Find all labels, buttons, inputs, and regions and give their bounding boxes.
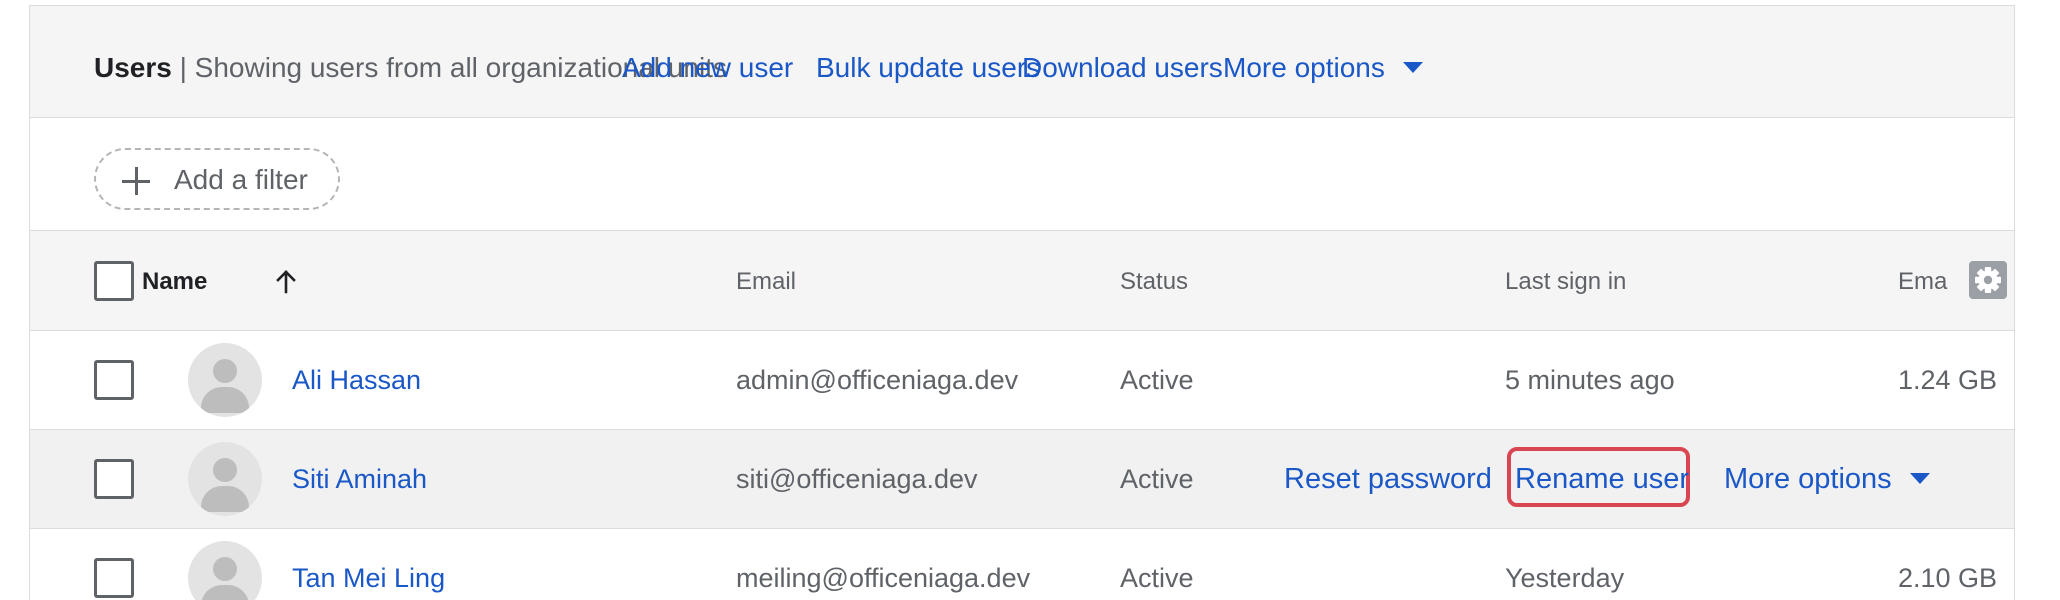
user-email: admin@officeniaga.dev bbox=[736, 365, 1019, 395]
column-settings-button[interactable] bbox=[1969, 261, 2007, 299]
column-header-email-usage[interactable]: Ema bbox=[1898, 267, 1948, 297]
user-status: Active bbox=[1120, 365, 1194, 395]
row-checkbox[interactable] bbox=[94, 558, 134, 598]
row-more-options-label: More options bbox=[1724, 463, 1892, 495]
add-new-user-link[interactable]: Add new user bbox=[622, 50, 793, 86]
avatar bbox=[188, 541, 262, 600]
add-filter-button[interactable]: Add a filter bbox=[94, 148, 340, 210]
reset-password-button[interactable]: Reset password bbox=[1284, 461, 1492, 497]
caret-down-icon bbox=[1402, 62, 1423, 74]
sort-ascending-arrow-icon[interactable] bbox=[272, 267, 300, 295]
caret-down-icon bbox=[1909, 472, 1930, 484]
user-storage: 1.24 GB bbox=[1898, 365, 1998, 395]
header-more-options-label: More options bbox=[1223, 52, 1385, 83]
user-last-sign-in: Yesterday bbox=[1505, 563, 1625, 593]
download-users-link[interactable]: Download users bbox=[1022, 50, 1223, 86]
user-status: Active bbox=[1120, 563, 1194, 593]
user-status: Active bbox=[1120, 464, 1194, 494]
header-more-options-button[interactable]: More options bbox=[1223, 50, 1423, 86]
select-all-checkbox[interactable] bbox=[94, 261, 134, 301]
column-header-name[interactable]: Name bbox=[142, 267, 207, 297]
table-row[interactable]: Siti Aminah siti@officeniaga.dev Active … bbox=[30, 430, 2014, 529]
users-panel: Users | Showing users from all organizat… bbox=[29, 5, 2015, 600]
avatar bbox=[188, 343, 262, 417]
page-title-users: Users bbox=[94, 52, 172, 83]
column-header-email[interactable]: Email bbox=[736, 267, 796, 297]
user-email: meiling@officeniaga.dev bbox=[736, 563, 1031, 593]
table-row[interactable]: Ali Hassan admin@officeniaga.dev Active … bbox=[30, 331, 2014, 430]
filter-bar: Add a filter bbox=[30, 118, 2014, 231]
user-name-link[interactable]: Siti Aminah bbox=[292, 462, 427, 496]
avatar bbox=[188, 442, 262, 516]
row-checkbox[interactable] bbox=[94, 459, 134, 499]
user-last-sign-in: 5 minutes ago bbox=[1505, 365, 1675, 395]
row-more-options-button[interactable]: More options bbox=[1724, 461, 1930, 497]
column-header-last-sign-in[interactable]: Last sign in bbox=[1505, 267, 1626, 297]
table-header: Name Email Status Last sign in Ema bbox=[30, 231, 2014, 331]
user-name-link[interactable]: Ali Hassan bbox=[292, 363, 421, 397]
table-row[interactable]: Tan Mei Ling meiling@officeniaga.dev Act… bbox=[30, 529, 2014, 600]
rename-user-button[interactable]: Rename user bbox=[1515, 461, 1689, 497]
user-email: siti@officeniaga.dev bbox=[736, 464, 978, 494]
row-checkbox[interactable] bbox=[94, 360, 134, 400]
user-storage: 2.10 GB bbox=[1898, 563, 1998, 593]
user-name-link[interactable]: Tan Mei Ling bbox=[292, 561, 445, 595]
users-header: Users | Showing users from all organizat… bbox=[30, 6, 2014, 118]
column-header-status[interactable]: Status bbox=[1120, 267, 1188, 297]
bulk-update-users-link[interactable]: Bulk update users bbox=[816, 50, 1040, 86]
add-filter-label: Add a filter bbox=[174, 164, 308, 195]
gear-icon bbox=[1975, 267, 2001, 293]
plus-icon bbox=[122, 167, 150, 195]
